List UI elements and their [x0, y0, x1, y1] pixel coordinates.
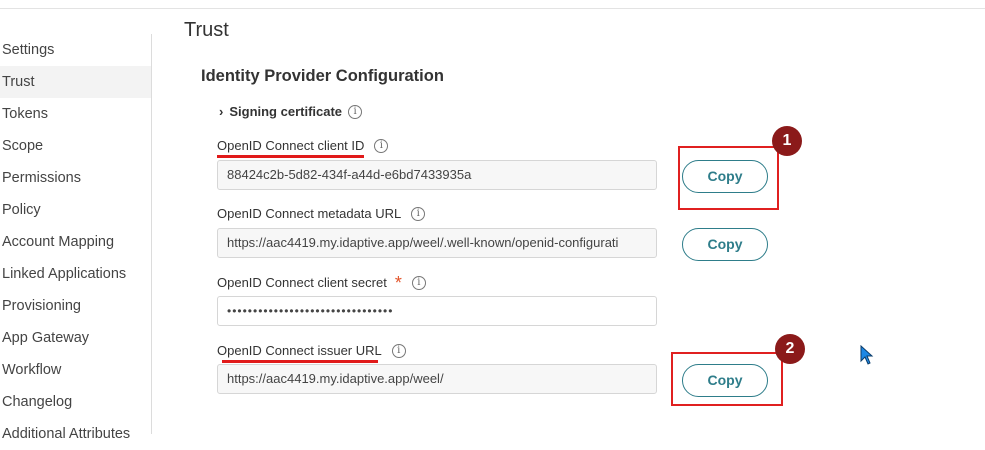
sidebar-item-trust[interactable]: Trust — [0, 66, 151, 98]
info-icon[interactable]: i — [348, 104, 363, 119]
sidebar-item-app-gateway[interactable]: App Gateway — [0, 322, 151, 354]
metadata-url-label: OpenID Connect metadata URL — [217, 206, 402, 221]
annotation-underline — [222, 360, 378, 363]
top-divider — [0, 8, 985, 9]
signing-certificate-label: Signing certificate — [229, 104, 343, 119]
issuer-url-field[interactable]: https://aac4419.my.idaptive.app/weel/ — [217, 364, 657, 394]
sidebar-item-changelog[interactable]: Changelog — [0, 386, 151, 418]
sidebar-item-permissions[interactable]: Permissions — [0, 162, 151, 194]
sidebar-item-policy[interactable]: Policy — [0, 194, 151, 226]
annotation-badge-1: 1 — [772, 126, 802, 156]
info-icon[interactable]: i — [374, 138, 389, 153]
section-title: Identity Provider Configuration — [201, 67, 444, 85]
metadata-url-field[interactable]: https://aac4419.my.idaptive.app/weel/.we… — [217, 228, 657, 258]
annotation-underline — [217, 155, 364, 158]
metadata-url-label-row: OpenID Connect metadata URL i — [217, 206, 426, 221]
client-secret-label: OpenID Connect client secret — [217, 275, 387, 290]
signing-certificate-toggle[interactable]: › Signing certificate i — [219, 104, 363, 119]
info-icon[interactable]: i — [411, 206, 426, 221]
sidebar-item-provisioning[interactable]: Provisioning — [0, 290, 151, 322]
required-asterisk: * — [394, 272, 402, 293]
sidebar-item-settings[interactable]: Settings — [0, 34, 151, 66]
client-id-field[interactable]: 88424c2b-5d82-434f-a44d-e6bd7433935a — [217, 160, 657, 190]
issuer-url-label: OpenID Connect issuer URL — [217, 343, 382, 358]
client-id-label-row: OpenID Connect client ID i — [217, 138, 389, 153]
mouse-cursor-icon — [860, 345, 874, 365]
info-icon[interactable]: i — [391, 343, 406, 358]
info-icon[interactable]: i — [411, 275, 426, 290]
sidebar-item-account-mapping[interactable]: Account Mapping — [0, 226, 151, 258]
client-id-label: OpenID Connect client ID — [217, 138, 365, 153]
client-secret-label-row: OpenID Connect client secret * i — [217, 272, 426, 293]
sidebar-item-scope[interactable]: Scope — [0, 130, 151, 162]
sidebar-nav: Settings Trust Tokens Scope Permissions … — [0, 34, 152, 442]
chevron-right-icon: › — [219, 104, 224, 119]
annotation-highlight-box — [678, 146, 779, 210]
page-title: Trust — [184, 19, 229, 41]
issuer-url-label-row: OpenID Connect issuer URL i — [217, 343, 406, 358]
sidebar-item-workflow[interactable]: Workflow — [0, 354, 151, 386]
annotation-badge-2: 2 — [775, 334, 805, 364]
sidebar-item-additional-attributes[interactable]: Additional Attributes — [0, 418, 151, 450]
sidebar-item-tokens[interactable]: Tokens — [0, 98, 151, 130]
copy-metadata-url-button[interactable]: Copy — [682, 228, 768, 261]
annotation-highlight-box — [671, 352, 783, 406]
client-secret-field[interactable]: •••••••••••••••••••••••••••••••• — [217, 296, 657, 326]
sidebar-item-linked-applications[interactable]: Linked Applications — [0, 258, 151, 290]
